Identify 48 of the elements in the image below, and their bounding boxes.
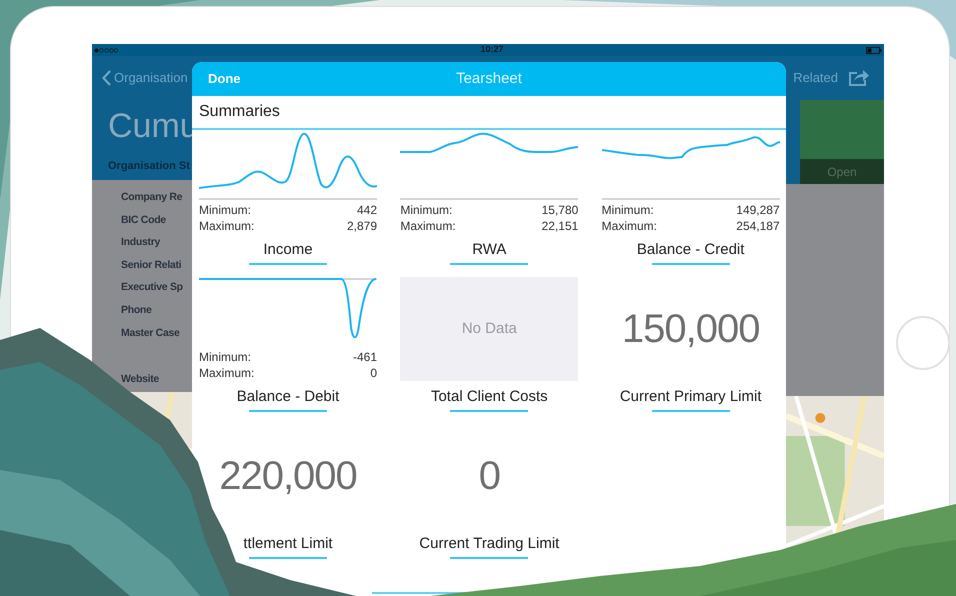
stat-label: Maximum: <box>199 365 254 381</box>
section-title: Summaries <box>199 102 280 122</box>
tile-title: Balance - Credit <box>636 240 744 260</box>
tile-title: ttlement Limit <box>243 534 333 554</box>
field-label: Industry <box>121 235 160 250</box>
signal-icon <box>94 48 118 52</box>
tile-title: RWA <box>472 240 506 260</box>
tile-title: Total Client Costs <box>430 387 548 407</box>
tile-title: Current Primary Limit <box>620 387 762 407</box>
stat-label: Maximum: <box>199 218 254 234</box>
status-time: 10:27 <box>480 43 504 56</box>
value-number: 220,000 <box>219 453 357 500</box>
field-label: Website <box>121 372 159 388</box>
value-number: 0 <box>478 453 500 500</box>
field-label: Phone <box>121 302 152 318</box>
share-icon[interactable] <box>848 69 870 87</box>
back-chevron-icon[interactable] <box>102 70 111 86</box>
related-link[interactable]: Related <box>793 68 838 88</box>
tile-title: Balance - Debit <box>236 387 340 407</box>
stat-label: Minimum: <box>199 202 252 218</box>
field-label: Executive Sp <box>121 280 183 296</box>
stat-value: 254,187 <box>736 218 780 234</box>
stat-label: Maximum: <box>602 218 657 234</box>
stat-label: Minimum: <box>602 202 654 218</box>
battery-icon <box>866 46 882 54</box>
stat-value: 15,780 <box>542 202 578 218</box>
stat-value: 22,151 <box>542 218 578 234</box>
stat-value: 2,879 <box>346 218 377 234</box>
stat-value: 442 <box>356 202 377 218</box>
status-bar-label: Open <box>800 159 884 184</box>
record-subtitle: Organisation St <box>108 159 191 174</box>
stat-value: 149,287 <box>736 202 780 218</box>
field-label: Master Case <box>121 326 180 341</box>
no-data-message: No Data <box>462 318 517 339</box>
done-button[interactable]: Done <box>208 69 240 89</box>
stat-label: Minimum: <box>199 349 252 365</box>
value-number: 150,000 <box>622 306 760 353</box>
field-label: Company Re <box>121 190 182 205</box>
stat-label: Maximum: <box>400 218 456 234</box>
dialog-title: Tearsheet <box>456 68 522 89</box>
tile-title: Income <box>263 240 313 260</box>
field-label: BIC Code <box>121 212 166 228</box>
tile-title: Current Trading Limit <box>419 534 560 554</box>
stat-value: 0 <box>370 365 377 381</box>
stat-value: -461 <box>352 349 377 365</box>
stat-label: Minimum: <box>400 202 452 218</box>
back-link[interactable]: Organisation <box>114 68 188 88</box>
field-label: Senior Relati <box>121 258 182 273</box>
